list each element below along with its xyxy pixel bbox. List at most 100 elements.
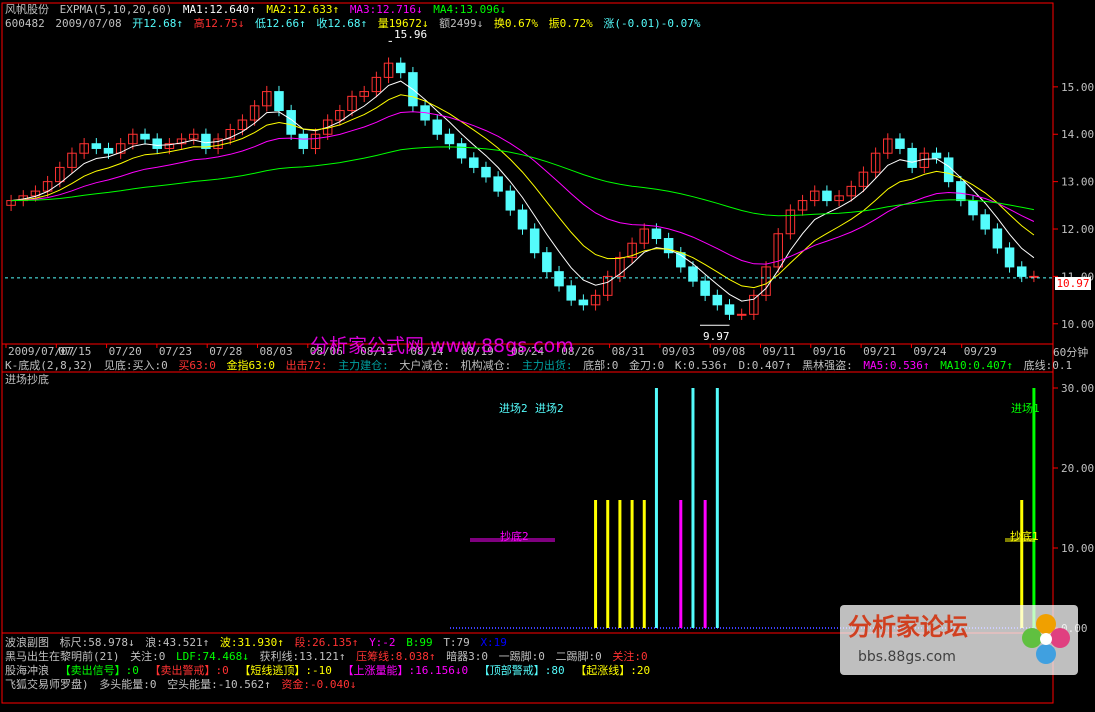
dip2-label: 抄底2 xyxy=(500,530,529,543)
candle-body xyxy=(298,133,309,149)
high-value: 高12.75↓ xyxy=(193,17,245,30)
ma4-value: MA4:13.096↓ xyxy=(433,3,507,16)
amplitude-value: 振0.72% xyxy=(548,17,593,30)
bo: 波:31.930↑ xyxy=(219,636,284,649)
candle-body xyxy=(103,147,114,154)
candle-body xyxy=(274,91,284,112)
candle-body xyxy=(578,299,589,306)
ma3-value: MA3:12.716↓ xyxy=(349,3,423,16)
yitijiao: 一踢脚:0 xyxy=(498,650,545,663)
amount-value: 额2499↓ xyxy=(439,17,484,30)
candle-body xyxy=(822,190,832,202)
entry2-label-b: 进场2 xyxy=(535,402,564,415)
low-value: 低12.66↑ xyxy=(254,17,306,30)
x-val: X:19 xyxy=(480,636,507,649)
candle-body xyxy=(505,190,516,211)
candle-body xyxy=(1016,266,1027,277)
bottom-row-4: 飞狐交易师罗盘) 多头能量:0 空头能量:-10.562↑ 资金:-0.040↓ xyxy=(5,678,360,691)
huoli: 获利线:13.121↑ xyxy=(259,650,346,663)
chuji: 出击72: xyxy=(285,359,328,372)
bottom-row-2: 黑马出生在黎明前(21) 关注:0 LDF:74.468↓ 获利线:13.121… xyxy=(5,650,652,663)
b-val: B:99 xyxy=(406,636,433,649)
bottom-row-1: 波浪副图 标尺:58.978↓ 浪:43.521↑ 波:31.930↑ 段:26… xyxy=(5,636,511,649)
x-tick-label: 09/03 xyxy=(662,345,695,358)
jigou-jiancang: 机构减仓: xyxy=(460,359,512,372)
turnover-value: 换0.67% xyxy=(493,17,538,30)
sub-title: 进场抄底 xyxy=(5,373,49,386)
mai63: 买63:0 xyxy=(178,359,216,372)
candle-body xyxy=(517,209,528,230)
y-tick-label: 10.00 xyxy=(1061,318,1094,331)
y-tick-label: 13.00 xyxy=(1061,176,1094,189)
x-tick-label: 07/28 xyxy=(209,345,242,358)
zhuli-chuhuo: 主力出货: xyxy=(521,359,573,372)
change-value: 涨(-0.01)-0.07% xyxy=(603,17,701,30)
jindao: 金刀:0 xyxy=(628,359,665,372)
candle-body xyxy=(481,166,491,178)
zhuli-jiancang: 主力建仓: xyxy=(338,359,389,372)
lang: 浪:43.521↑ xyxy=(145,636,210,649)
candle-body xyxy=(736,313,747,316)
yachou: 压筹线:8.038↑ xyxy=(356,650,436,663)
zijin: 资金:-0.040↓ xyxy=(281,678,357,691)
dip1-label: 抄底1 xyxy=(1010,530,1039,543)
rise-line: 【起涨线】:20 xyxy=(575,664,651,677)
x-tick-label: 07/15 xyxy=(58,345,91,358)
candle-body xyxy=(469,157,479,168)
sub-y-tick-label: 10.00 xyxy=(1061,542,1094,555)
sub-y-tick-label: 30.00 xyxy=(1061,382,1094,395)
feihu-title: 飞狐交易师罗盘) xyxy=(5,678,89,691)
ma3-line xyxy=(11,111,1035,265)
candle-body xyxy=(152,138,162,149)
x-tick-label: 09/24 xyxy=(913,345,946,358)
k-label: K-底成(2,8,32) xyxy=(5,359,94,372)
candle-body xyxy=(895,138,905,149)
rise-energy: 【上涨量能】:16.156↓0 xyxy=(342,664,469,677)
dibu: 底部:0 xyxy=(583,359,619,372)
period-label[interactable]: 60分钟 xyxy=(1053,346,1088,359)
candle-body xyxy=(907,147,917,168)
y-val: Y:-2 xyxy=(369,636,396,649)
x-tick-label: 09/29 xyxy=(964,345,997,358)
jiandi: 见底:买入:0 xyxy=(103,359,168,372)
candle-body xyxy=(1029,275,1039,278)
guhai-title: 股海冲浪 xyxy=(5,664,49,677)
anqi: 暗器3:0 xyxy=(446,650,488,663)
bar-date: 2009/07/08 xyxy=(55,17,122,30)
ma2-line xyxy=(11,94,1035,289)
dixian: 底线:0.1 xyxy=(1023,359,1073,372)
indicator-row: K-底成(2,8,32) 见底:买入:0 买63:0 金指63:0 出击72: … xyxy=(5,359,1076,372)
candle-body xyxy=(432,119,443,135)
candle-body xyxy=(956,181,966,202)
kongtou: 空头能量:-10.562↑ xyxy=(167,678,271,691)
candle-body xyxy=(91,143,102,149)
candle-body xyxy=(542,252,552,273)
short-escape: 【短线逃顶】:-10 xyxy=(239,664,332,677)
x-tick-label: 07/23 xyxy=(159,345,192,358)
guanzhu-a: 关注:0 xyxy=(130,650,166,663)
candle-body xyxy=(493,176,503,192)
t-val: T:79 xyxy=(443,636,470,649)
sell-signal: 【卖出信号】:0 xyxy=(59,664,139,677)
candle-body xyxy=(444,133,455,145)
ma2-value: MA2:12.633↑ xyxy=(266,3,340,16)
candle-body xyxy=(1004,247,1015,268)
center-watermark: 分析家公式网 www.88gs.com xyxy=(310,335,574,357)
guanzhu-b: 关注:0 xyxy=(612,650,648,663)
dahu-jiancang: 大户减仓: xyxy=(399,359,450,372)
stock-name: 风帆股份 xyxy=(5,3,49,16)
stock-code: 600482 xyxy=(5,17,45,30)
candle-body xyxy=(712,294,723,306)
close-value: 收12.68↑ xyxy=(316,17,368,30)
candle-body xyxy=(529,228,540,254)
ertijiao: 二踢脚:0 xyxy=(555,650,602,663)
flower-icon xyxy=(1022,614,1070,664)
logo-title: 分析家论坛 xyxy=(848,613,968,641)
x-tick-label: 09/11 xyxy=(763,345,796,358)
x-tick-label: 09/21 xyxy=(863,345,896,358)
candle-body xyxy=(968,200,978,216)
candle-body xyxy=(980,214,990,230)
x-tick-label: 09/16 xyxy=(813,345,846,358)
candle-body xyxy=(688,266,698,282)
jinzhi: 金指63:0 xyxy=(226,359,275,372)
